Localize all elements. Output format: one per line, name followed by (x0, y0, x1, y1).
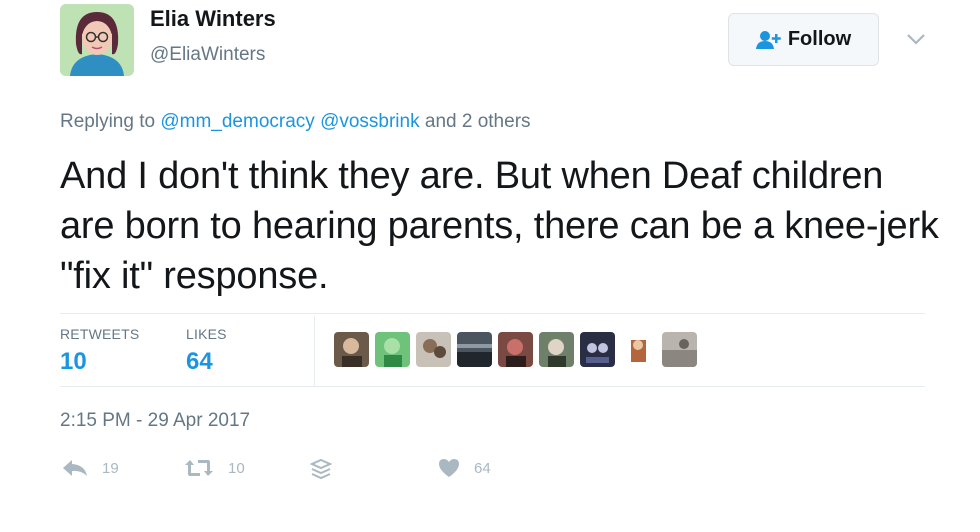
likes-count[interactable]: 64 (186, 348, 213, 376)
divider (60, 313, 925, 314)
likes-label[interactable]: LIKES (186, 326, 227, 342)
liker-avatar[interactable] (334, 332, 369, 367)
retweet-button[interactable]: 10 (184, 458, 245, 478)
divider (60, 386, 925, 387)
author-handle[interactable]: @EliaWinters (150, 44, 265, 66)
tweet-text: And I don't think they are. But when Dea… (60, 155, 939, 297)
reply-count: 19 (102, 459, 119, 477)
liker-avatar[interactable] (621, 332, 656, 367)
like-button[interactable]: 64 (438, 458, 491, 478)
heart-icon (438, 458, 460, 478)
follow-label: Follow (787, 28, 852, 50)
liker-avatar[interactable] (416, 332, 451, 367)
replying-user-link[interactable]: @vossbrink (320, 111, 420, 132)
replying-user-link[interactable]: @mm_democracy (160, 111, 314, 132)
retweet-count: 10 (228, 459, 245, 477)
chevron-down-icon[interactable] (902, 28, 930, 50)
tweet-timestamp[interactable]: 2:15 PM - 29 Apr 2017 (60, 410, 250, 432)
liker-avatar[interactable] (539, 332, 574, 367)
liker-avatar[interactable] (498, 332, 533, 367)
retweets-label[interactable]: RETWEETS (60, 326, 139, 342)
divider (314, 316, 315, 386)
add-to-moment-button[interactable] (310, 458, 332, 480)
reply-icon (62, 458, 88, 478)
liker-avatar[interactable] (662, 332, 697, 367)
replying-others[interactable]: and 2 others (425, 111, 531, 132)
author-avatar[interactable] (60, 4, 134, 76)
retweets-count[interactable]: 10 (60, 348, 87, 376)
stack-icon (310, 458, 332, 480)
replying-to-line: Replying to @mm_democracy @vossbrink and… (60, 111, 531, 133)
follow-button[interactable]: Follow (728, 13, 879, 66)
like-count: 64 (474, 459, 491, 477)
retweet-icon (184, 458, 214, 478)
follow-user-icon (755, 30, 782, 50)
liker-avatars (334, 332, 697, 367)
liker-avatar[interactable] (375, 332, 410, 367)
author-name[interactable]: Elia Winters (150, 6, 276, 32)
reply-button[interactable]: 19 (62, 458, 119, 478)
liker-avatar[interactable] (580, 332, 615, 367)
liker-avatar[interactable] (457, 332, 492, 367)
replying-prefix: Replying to (60, 111, 156, 132)
